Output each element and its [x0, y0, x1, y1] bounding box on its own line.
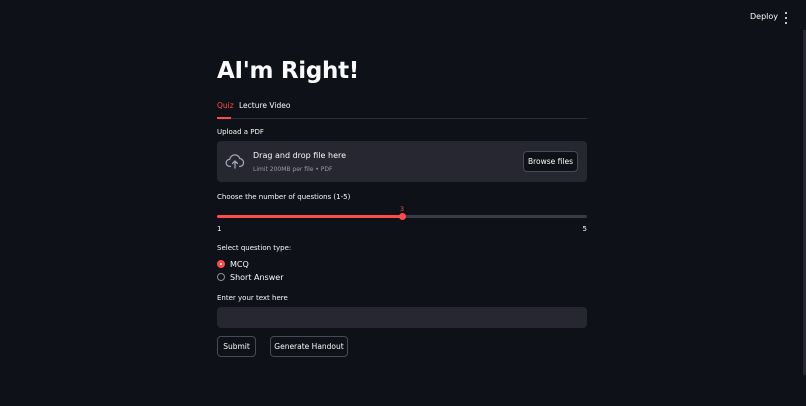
slider-label: Choose the number of questions (1-5) — [217, 193, 351, 201]
radio-button-short-answer[interactable] — [217, 273, 225, 281]
page-title: AI'm Right! — [217, 58, 359, 84]
tab-quiz[interactable]: Quiz — [217, 101, 234, 110]
radio-label-mcq: MCQ — [230, 259, 249, 269]
slider-value: 3 — [399, 205, 405, 213]
text-input-label: Enter your text here — [217, 294, 288, 302]
question-type-label: Select question type: — [217, 244, 292, 252]
radio-button-mcq[interactable] — [217, 260, 225, 268]
submit-button[interactable]: Submit — [217, 336, 256, 357]
dropzone-title: Drag and drop file here — [253, 151, 347, 160]
file-dropzone[interactable]: Drag and drop file here Limit 200MB per … — [217, 141, 587, 182]
tab-bar: Quiz Lecture Video — [217, 100, 587, 119]
active-tab-indicator — [217, 117, 231, 119]
radio-option-mcq[interactable]: MCQ — [217, 258, 249, 270]
slider-min-label: 1 — [217, 225, 222, 233]
radio-label-short-answer: Short Answer — [230, 272, 284, 282]
question-count-slider[interactable]: 3 — [217, 205, 587, 227]
kebab-menu-icon[interactable] — [783, 12, 789, 24]
generate-handout-button[interactable]: Generate Handout — [270, 336, 348, 357]
slider-fill — [217, 214, 402, 218]
top-bar: Deploy — [0, 0, 806, 36]
dropzone-subtitle: Limit 200MB per file • PDF — [253, 166, 333, 173]
radio-option-short-answer[interactable]: Short Answer — [217, 271, 283, 283]
text-input-field[interactable] — [217, 307, 587, 328]
upload-label: Upload a PDF — [217, 128, 264, 136]
deploy-button[interactable]: Deploy — [750, 12, 778, 21]
cloud-upload-icon — [225, 154, 245, 169]
browse-files-button[interactable]: Browse files — [523, 151, 578, 172]
slider-thumb[interactable] — [398, 212, 406, 220]
slider-max-label: 5 — [582, 225, 587, 233]
tab-lecture-video[interactable]: Lecture Video — [239, 101, 290, 110]
